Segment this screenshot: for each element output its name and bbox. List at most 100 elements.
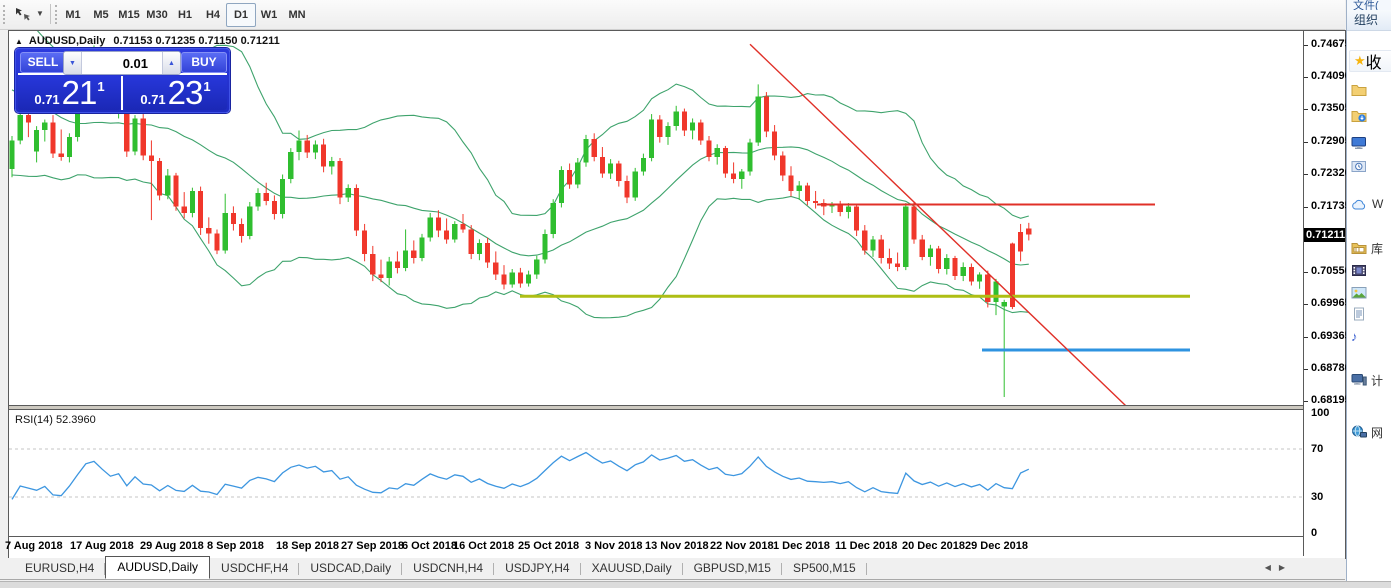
tf-m1[interactable]: M1: [58, 3, 88, 27]
sell-price-prefix: 0.71: [34, 92, 59, 107]
date-tick-label: 25 Oct 2018: [518, 540, 579, 552]
tab-gbpusd-m15[interactable]: GBPUSD,M15: [683, 559, 782, 579]
toolbar-grip2[interactable]: [55, 5, 57, 24]
explorer-item-recent[interactable]: [1351, 156, 1367, 176]
explorer-item-cloud[interactable]: W: [1351, 194, 1383, 214]
price-tick: [1304, 45, 1308, 46]
price-tick: [1304, 77, 1308, 78]
volume-input[interactable]: [82, 52, 162, 74]
date-tick-label: 8 Sep 2018: [207, 540, 264, 552]
tab-usdcnh-h4[interactable]: USDCNH,H4: [402, 559, 494, 579]
price-tick-label: 0.69365: [1311, 330, 1351, 342]
sell-price-pip: 1: [97, 79, 104, 94]
chart-tab-bar: EURUSD,H4 AUDUSD,Daily USDCHF,H4 USDCAD,…: [0, 558, 1345, 580]
tf-mn[interactable]: MN: [282, 3, 312, 27]
date-tick-label: 20 Dec 2018: [902, 540, 965, 552]
tab-eurusd-h4[interactable]: EURUSD,H4: [14, 559, 105, 579]
tab-xauusd-daily[interactable]: XAUUSD,Daily: [581, 559, 683, 579]
computer-label: 计: [1371, 372, 1383, 389]
tf-h4[interactable]: H4: [198, 3, 228, 27]
price-tick-label: 0.73505: [1311, 102, 1351, 114]
computer-icon: [1351, 373, 1367, 387]
price-tick-label: 0.68780: [1311, 362, 1351, 374]
explorer-item-documents[interactable]: [1351, 304, 1367, 324]
explorer-item-downloads[interactable]: [1351, 106, 1367, 126]
sell-button[interactable]: SELL: [20, 52, 66, 73]
volume-control: ▼ ▲: [63, 51, 181, 75]
status-bar: [0, 581, 1391, 588]
tab-usdchf-h4[interactable]: USDCHF,H4: [210, 559, 299, 579]
sell-price-button[interactable]: 0.71211: [18, 76, 121, 110]
price-tick: [1304, 207, 1308, 208]
explorer-item-desktop[interactable]: [1351, 133, 1367, 153]
tf-m30[interactable]: M30: [142, 3, 172, 27]
star-icon: ★: [1354, 53, 1366, 69]
explorer-item-computer[interactable]: 计: [1351, 370, 1383, 390]
ohlc-values: 0.71153 0.71235 0.71150 0.71211: [113, 35, 279, 47]
explorer-item-music[interactable]: ♪: [1351, 326, 1358, 346]
tf-m15[interactable]: M15: [114, 3, 144, 27]
cloud-label: W: [1372, 197, 1383, 211]
date-tick-label: 13 Nov 2018: [645, 540, 709, 552]
chevron-down-icon[interactable]: ▼: [36, 9, 44, 18]
date-tick-label: 29 Aug 2018: [140, 540, 204, 552]
network-label: 网: [1371, 424, 1383, 441]
explorer-item-pictures[interactable]: [1351, 282, 1367, 302]
pointer-tools-icon[interactable]: [12, 4, 34, 24]
tf-w1[interactable]: W1: [254, 3, 284, 27]
price-axis[interactable]: 0.71211 0.746750.740900.735050.729050.72…: [1304, 31, 1345, 556]
explorer-item-folder[interactable]: [1351, 80, 1367, 100]
videos-icon: [1351, 264, 1367, 277]
price-tick: [1304, 401, 1308, 402]
tab-scroll-arrows[interactable]: ◀▶: [1265, 563, 1293, 572]
tab-usdjpy-h4[interactable]: USDJPY,H4: [494, 559, 580, 579]
mt4-terminal: ▼ M1 M5 M15 M30 H1 H4 D1 W1 MN 7 Aug 201…: [0, 0, 1391, 588]
tf-m5[interactable]: M5: [86, 3, 116, 27]
timeframe-toolbar: ▼ M1 M5 M15 M30 H1 H4 D1 W1 MN: [0, 0, 1345, 30]
buy-price-prefix: 0.71: [140, 92, 165, 107]
explorer-favorites[interactable]: ★ 收: [1349, 50, 1391, 72]
toolbar-grip[interactable]: [3, 5, 5, 24]
date-tick-label: 11 Dec 2018: [835, 540, 897, 552]
pictures-icon: [1351, 286, 1367, 299]
collapse-icon[interactable]: ▲: [15, 37, 23, 46]
favorites-label: 收: [1366, 49, 1382, 73]
chart-title: ▲AUDUSD,Daily0.71153 0.71235 0.71150 0.7…: [15, 35, 280, 47]
date-tick-label: 17 Aug 2018: [70, 540, 134, 552]
price-tick: [1304, 142, 1308, 143]
buy-price-pip: 1: [203, 79, 210, 94]
explorer-item-libraries[interactable]: 库: [1351, 238, 1383, 258]
toolbar-separator: [50, 4, 51, 24]
rsi-indicator-chart[interactable]: [9, 410, 1303, 536]
buy-price-button[interactable]: 0.71231: [124, 76, 227, 110]
explorer-item-videos[interactable]: [1351, 260, 1367, 280]
price-tick-label: 0.72905: [1311, 135, 1351, 147]
volume-increase-button[interactable]: ▲: [162, 52, 180, 74]
explorer-item-network[interactable]: 网: [1351, 422, 1383, 442]
date-tick-label: 6 Oct 2018: [402, 540, 457, 552]
tf-d1[interactable]: D1: [226, 3, 256, 27]
tab-usdcad-daily[interactable]: USDCAD,Daily: [299, 559, 402, 579]
rsi-tick-label: 70: [1311, 443, 1323, 455]
tab-sp500-m15[interactable]: SP500,M15: [782, 559, 867, 579]
price-tick-label: 0.71735: [1311, 200, 1351, 212]
explorer-organize-button[interactable]: 组织: [1347, 10, 1391, 31]
desktop-icon: [1351, 136, 1367, 150]
explorer-file-menu[interactable]: 文件(: [1347, 0, 1391, 10]
date-axis[interactable]: 7 Aug 201817 Aug 201829 Aug 20188 Sep 20…: [9, 537, 1303, 556]
tab-audusd-daily[interactable]: AUDUSD,Daily: [105, 556, 210, 579]
price-tick-label: 0.69965: [1311, 297, 1351, 309]
date-tick-label: 7 Aug 2018: [5, 540, 63, 552]
date-tick-label: 16 Oct 2018: [453, 540, 514, 552]
date-tick-label: 3 Nov 2018: [585, 540, 642, 552]
libraries-label: 库: [1371, 240, 1383, 257]
price-tick: [1304, 272, 1308, 273]
volume-decrease-button[interactable]: ▼: [64, 52, 82, 74]
libraries-icon: [1351, 241, 1367, 255]
price-tick: [1304, 369, 1308, 370]
price-tick-label: 0.72320: [1311, 167, 1351, 179]
buy-button[interactable]: BUY: [181, 52, 227, 73]
chart-window: 7 Aug 2018 17 Aug 2018 29 Aug 20188 Sep 20…: [8, 30, 1346, 559]
tf-h1[interactable]: H1: [170, 3, 200, 27]
current-price-tag: 0.71211: [1304, 228, 1345, 242]
